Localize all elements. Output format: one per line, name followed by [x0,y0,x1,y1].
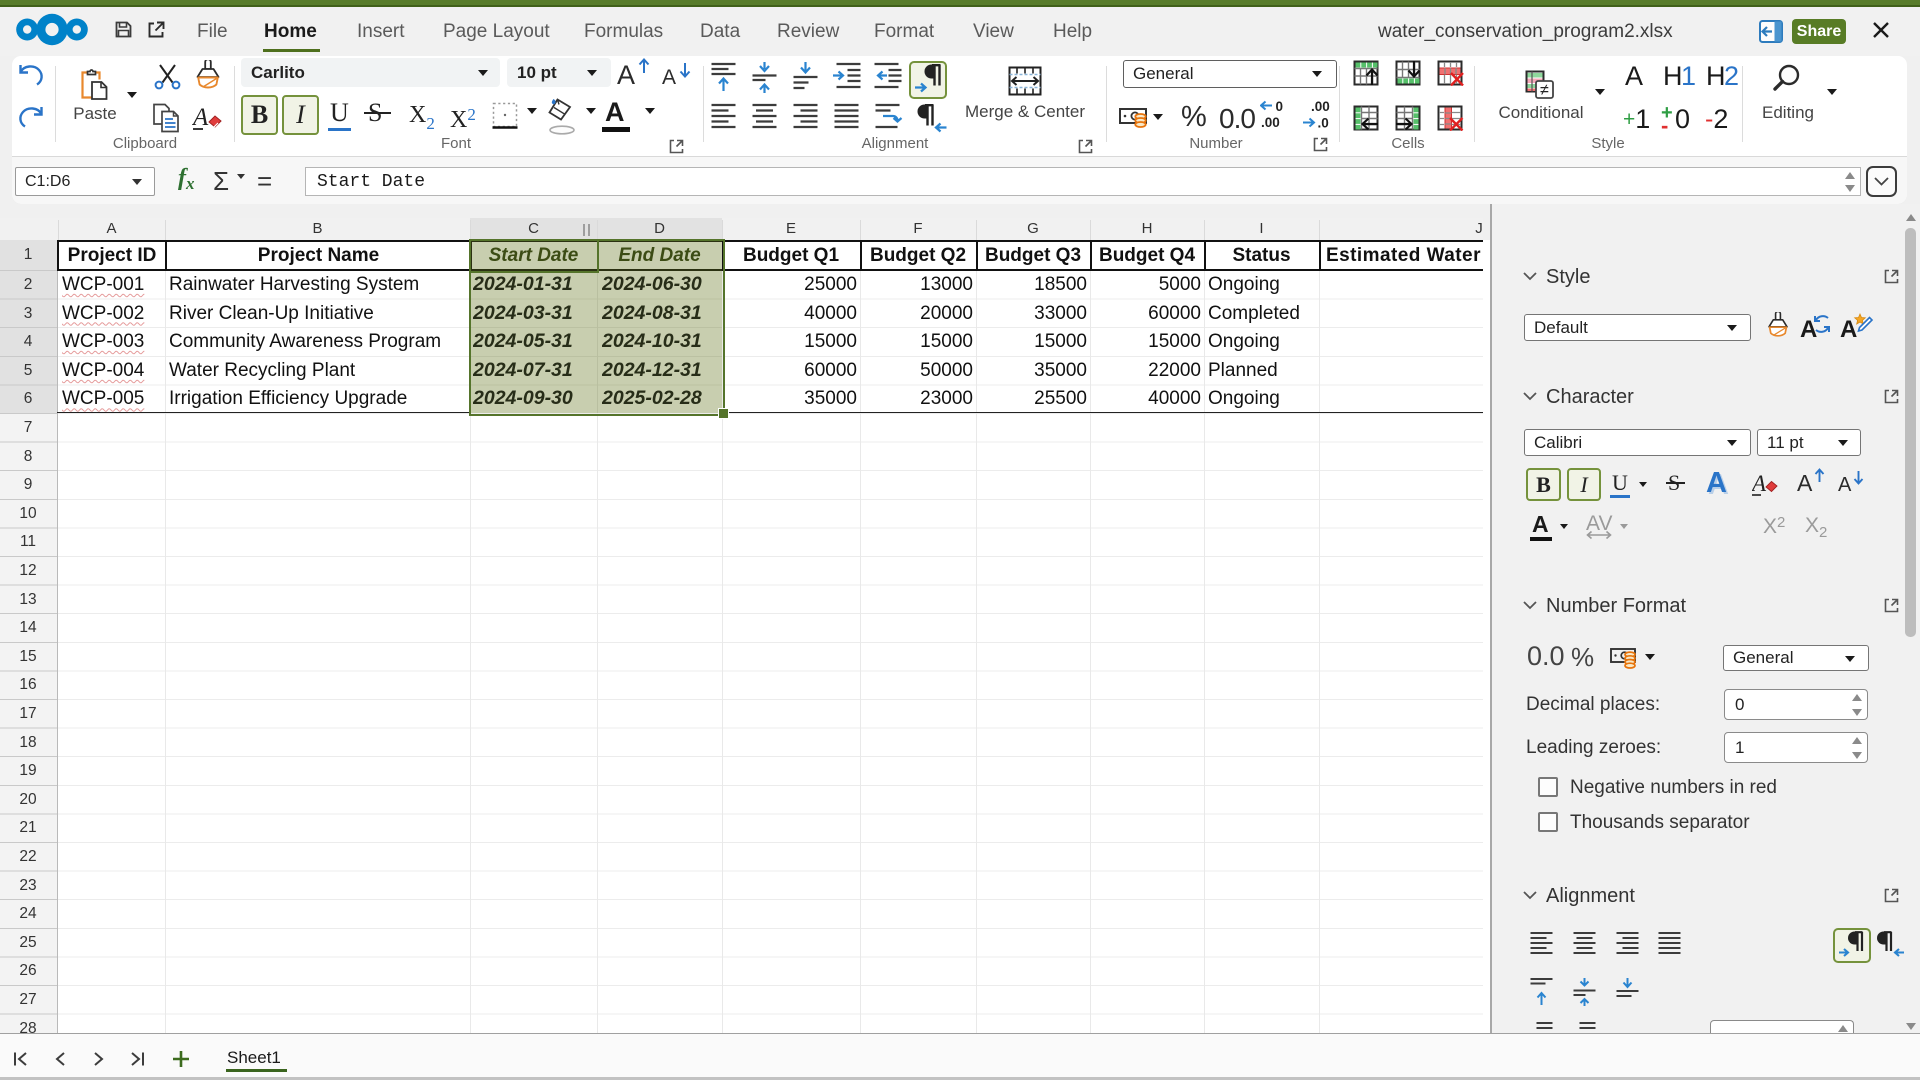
svg-text:≠: ≠ [1540,82,1549,99]
svg-text:.00: .00 [1311,99,1330,114]
svg-text:A: A [192,104,209,131]
svg-text:0: 0 [1276,99,1284,114]
svg-text:.0: .0 [1318,116,1329,131]
svg-text:.00: .00 [1261,115,1280,130]
svg-text:A: A [1752,471,1767,496]
